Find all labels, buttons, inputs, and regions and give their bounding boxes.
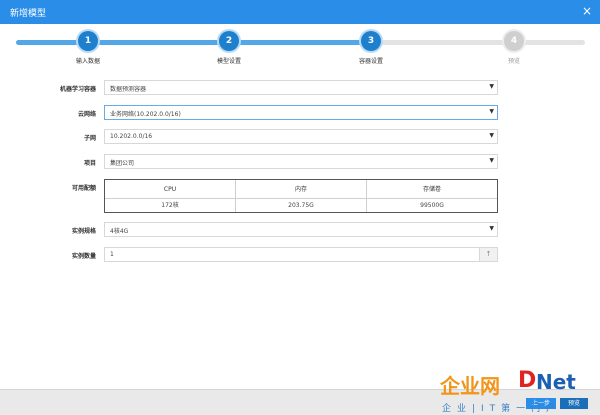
watermark-brand-net: Net [536,370,576,394]
subnet-value: 10.202.0.0/16 [110,133,153,140]
step-3-label: 容器设置 [358,58,383,65]
available-quota-label: 可用配额 [71,185,96,192]
close-icon[interactable]: × [580,4,594,18]
dialog-title-bar: 新增模型 × [0,0,600,24]
watermark-brand-d: D [518,368,537,393]
step-progress: 1 输入数据 2 模型设置 3 容器设置 4 预览 [0,24,600,68]
step-4-label: 预览 [507,58,520,65]
arrow-up-icon[interactable]: ↑ [479,248,497,261]
step-4-circle[interactable]: 4 [504,31,524,51]
project-value: 集团公司 [110,160,135,167]
step-2-circle[interactable]: 2 [219,31,239,51]
quota-value-storage: 99500G [420,202,444,209]
subnet-select[interactable]: 10.202.0.0/16 ▼ [104,129,498,144]
quota-table-header: CPU 内存 存储卷 [105,180,497,199]
ml-container-value: 数据预测容器 [110,86,147,93]
quota-header-storage: 存储卷 [422,186,441,193]
quota-table-row: 172核 203.75G 99500G [105,199,497,212]
caret-down-icon: ▼ [489,108,494,115]
progress-track-done [16,40,373,45]
instance-spec-value: 4核4G [110,228,129,235]
caret-down-icon: ▼ [489,225,494,232]
quota-value-memory: 203.75G [236,199,367,212]
cloud-network-label: 云网络 [77,111,96,118]
step-1-label: 输入数据 [75,58,100,65]
step-3-circle[interactable]: 3 [361,31,381,51]
instance-spec-label: 实例规格 [71,228,96,235]
caret-down-icon: ▼ [489,83,494,90]
quota-header-cpu: CPU [105,180,236,198]
step-1-circle[interactable]: 1 [78,31,98,51]
cloud-network-value: 业务网络(10.202.0.0/16) [110,111,181,118]
caret-down-icon: ▼ [489,132,494,139]
project-label: 项目 [83,160,96,167]
progress-track-remaining [373,40,585,45]
instance-count-input[interactable]: 1 ↑ [104,247,498,262]
quota-header-memory: 内存 [236,180,367,198]
cloud-network-select[interactable]: 业务网络(10.202.0.0/16) ▼ [104,105,498,120]
watermark-brand-cn: 企业网 [440,374,500,398]
subnet-label: 子网 [83,135,96,142]
quota-value-cpu: 172核 [105,199,236,212]
step-2-label: 模型设置 [216,58,241,65]
dialog-title: 新增模型 [10,9,47,19]
watermark-subtitle: 企业|IT第一门户 [442,404,562,414]
instance-count-label: 实例数量 [71,253,96,260]
ml-container-label: 机器学习容器 [59,86,96,93]
instance-count-value: 1 [110,251,114,258]
quota-table: CPU 内存 存储卷 172核 203.75G 99500G [104,179,498,213]
project-select[interactable]: 集团公司 ▼ [104,154,498,169]
instance-spec-select[interactable]: 4核4G ▼ [104,222,498,237]
watermark-logo: 企业网 D Net 企业|IT第一门户 [440,368,600,415]
caret-down-icon: ▼ [489,157,494,164]
ml-container-select[interactable]: 数据预测容器 ▼ [104,80,498,95]
